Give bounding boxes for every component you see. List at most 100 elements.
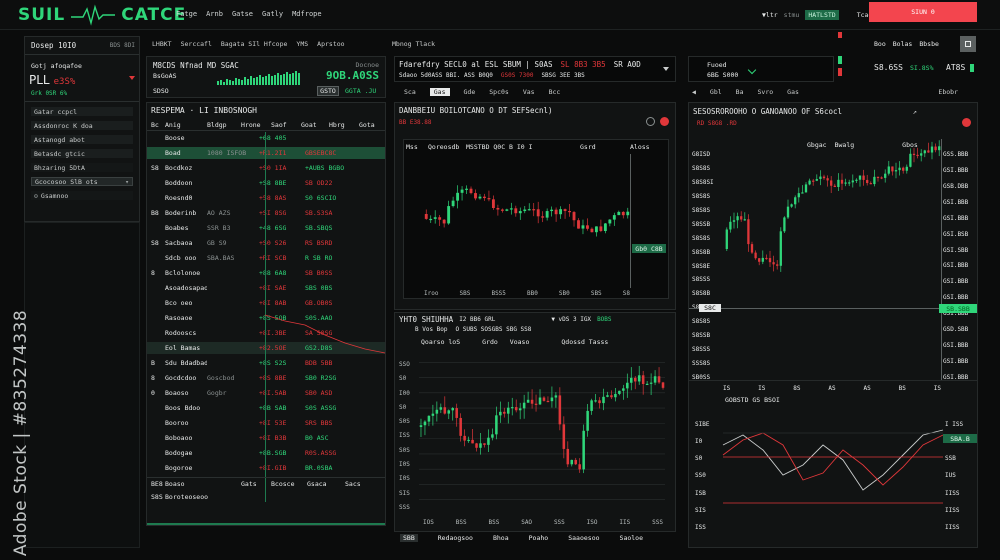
col-header-3[interactable]: Bldgp: [207, 121, 241, 129]
primary-action-button[interactable]: SIUN 0: [869, 2, 977, 22]
wl-tab-3[interactable]: Bagata SIl Hfcope: [221, 40, 288, 48]
table-row[interactable]: Boose +68 405: [147, 132, 385, 144]
chart-a-candles: [424, 185, 630, 237]
app-logo[interactable]: SUIL CATCE: [18, 4, 186, 26]
table-row[interactable]: Roesnd0 +58 8AS S0 6SCIO: [147, 192, 385, 204]
sidebar-item-6[interactable]: Gcocosoo SlB ots ▾: [31, 177, 133, 186]
chart-c-tool-1[interactable]: Gbl: [710, 88, 722, 96]
table-row[interactable]: Booroo +8I 53E SRS BBS: [147, 417, 385, 429]
wl-tab-4[interactable]: YMS: [296, 40, 308, 48]
right-b-expand-button[interactable]: [960, 36, 976, 52]
table-row[interactable]: S8 Sacbaoa GB S9 +S0 S26 RS BSRD: [147, 237, 385, 249]
chart-b-footer-4[interactable]: Poaho: [529, 534, 549, 542]
chart-a-close-icon[interactable]: [660, 117, 669, 126]
nav-item-2[interactable]: Arnb: [206, 10, 223, 18]
table-row[interactable]: Sdcb ooo SBA.BAS +RI SCB R SB RO: [147, 252, 385, 264]
table-row[interactable]: 8 Bclolonoe +88 6A8 SB B0SS: [147, 267, 385, 279]
col-header-6[interactable]: Goat: [301, 121, 329, 129]
wl-tab-5[interactable]: Aprstoo: [317, 40, 344, 48]
candle-body: [743, 219, 746, 221]
chart-c-arrow-icon[interactable]: ↗: [913, 108, 917, 116]
chart-a-x-tick: SB0: [558, 290, 570, 297]
sidebar-item-7[interactable]: ⚙ Gsamnoo: [31, 191, 133, 200]
tf-tab-4[interactable]: Spc0s: [489, 88, 509, 96]
table-cell-b: Sacbaoa: [165, 239, 193, 247]
chart-c-close-icon[interactable]: [962, 118, 971, 127]
table-row[interactable]: Boabes SSR B3 +48 6SG SB.SBQS: [147, 222, 385, 234]
table-row[interactable]: Boddoon +S8 8BE SB OD22: [147, 177, 385, 189]
candle-body: [855, 179, 858, 181]
sidebar-item-2[interactable]: Assdonroc K doa: [31, 121, 133, 130]
table-row[interactable]: Bogoroe +8I.GIB BR.0SBA: [147, 462, 385, 474]
chart-b-candles[interactable]: [419, 347, 665, 515]
sidebar-item-5[interactable]: Bhzaring 5DtA: [31, 163, 133, 172]
wl-tab-2[interactable]: Serccafl: [181, 40, 212, 48]
wl-tab-6[interactable]: Mbnog Tlack: [392, 40, 435, 48]
table-row[interactable]: 8 Gocdcdoo Goscbod +8S 8BE SB0 R2SG: [147, 372, 385, 384]
chart-c-tool-4[interactable]: Gas: [787, 88, 799, 96]
table-last-row[interactable]: S8S Boroteoseoo: [147, 491, 385, 503]
right-a-dropdown-icon[interactable]: [747, 65, 757, 75]
right-b-label-2[interactable]: Bolas: [893, 40, 913, 48]
sidebar-item-4[interactable]: Betasdc gtcic: [31, 149, 133, 158]
chart-c-y-right-tick: GSI.BBB: [943, 278, 969, 286]
chart-a-x-tick: S8: [622, 290, 630, 297]
chart-a-x-tick: BSS5: [491, 290, 506, 297]
tf-tab-2[interactable]: Gas: [429, 88, 450, 96]
chart-b-x-axis: IOS BSS BSS SAO SSS ISO IIS SSS: [423, 519, 663, 526]
chart-c-tool-right[interactable]: Ebobr: [938, 88, 958, 96]
sidebar-item-3[interactable]: Astanogd abot: [31, 135, 133, 144]
table-row[interactable]: Asoadosapao +8I SAE SBS 0BS: [147, 282, 385, 294]
table-row[interactable]: B8 Boderinb AO AZS +SI 8SG SB.S3SA: [147, 207, 385, 219]
strip-sub-text: Sdaoo 5d0ASS BBI. ASS B0Q0: [399, 72, 493, 79]
col-header-5[interactable]: Saof: [271, 121, 301, 129]
table-row[interactable]: S8 Bocdkoz +S0 1IA +AUBS BGBO: [147, 162, 385, 174]
candle-body: [626, 382, 629, 389]
wl-tab-1[interactable]: LHBKT: [152, 40, 172, 48]
nav-item-1[interactable]: Fatge: [176, 10, 197, 18]
tf-tab-1[interactable]: Sca: [404, 88, 416, 96]
nav-item-5[interactable]: Mdfrope: [292, 10, 322, 18]
right-b-label-3[interactable]: Bbsbe: [919, 40, 939, 48]
table-row[interactable]: 0 Boaoso Gogbr +8I.5AB SB0 ASD: [147, 387, 385, 399]
table-row[interactable]: Bco oeo +8I 8AB GB.OB0S: [147, 297, 385, 309]
table-row[interactable]: Boboaoo +8I B3B B0 ASC: [147, 432, 385, 444]
candle-body: [779, 231, 782, 266]
chart-b-footer-1[interactable]: SBB: [400, 534, 418, 542]
pl-dropdown-icon[interactable]: [129, 76, 135, 80]
chart-d-oscillator[interactable]: [722, 405, 944, 535]
table-row[interactable]: Bodogae +8B.SGB R0S.ASSG: [147, 447, 385, 459]
chart-c-tool-3[interactable]: Svro: [758, 88, 774, 96]
col-header-1[interactable]: Bc: [147, 121, 165, 129]
sidebar-title-right[interactable]: BDS 8DI: [110, 42, 135, 49]
nav-item-3[interactable]: Gatse: [232, 10, 253, 18]
summary-button-1[interactable]: GSTO: [317, 86, 339, 96]
sidebar-item-1[interactable]: Gatar ccpcl: [31, 107, 133, 116]
summary-button-2[interactable]: GGTA .JU: [345, 87, 376, 95]
chart-b-footer-5[interactable]: Saaoesoo: [568, 534, 599, 542]
chart-c-back-icon[interactable]: ◀: [692, 88, 696, 96]
chart-b-footer-3[interactable]: Bhoa: [493, 534, 509, 542]
chart-c-candles[interactable]: [725, 139, 941, 309]
chart-a-canvas[interactable]: Qoreosdb MSSTBD Q0C B I0 I Gsrd Aloss Ms…: [403, 139, 669, 299]
table-row[interactable]: Boos Bdoo +8B SAB S0S ASSG: [147, 402, 385, 414]
chart-a-settings-icon[interactable]: [646, 117, 655, 126]
col-header-7[interactable]: Hbrg: [329, 121, 359, 129]
tf-tab-5[interactable]: Vas: [523, 88, 535, 96]
col-header-8[interactable]: Gota: [359, 121, 385, 129]
chart-b-footer-2[interactable]: Redaogsoo: [438, 534, 473, 542]
chart-b-y-tick: ISS: [399, 432, 410, 440]
table-row[interactable]: Boad 1080 ISFOB +R1.2I1 GBSEBC8C: [147, 147, 385, 159]
col-header-4[interactable]: Hrone: [241, 121, 271, 129]
nav-item-4[interactable]: Gatly: [262, 10, 283, 18]
right-b-label-1[interactable]: Boo: [874, 40, 886, 48]
candle-body: [815, 179, 818, 181]
col-header-2[interactable]: Anig: [165, 121, 207, 129]
tf-tab-6[interactable]: Bcc: [549, 88, 561, 96]
chart-c-tool-2[interactable]: Ba: [736, 88, 744, 96]
tf-tab-3[interactable]: Gde: [464, 88, 476, 96]
chart-c-y-left-tick: S8S8S: [692, 192, 711, 200]
chart-c-y-right-tick: GSI.BBB: [943, 166, 969, 174]
chart-b-footer-6[interactable]: Saoloe: [620, 534, 643, 542]
strip-dropdown-icon[interactable]: [663, 67, 669, 71]
